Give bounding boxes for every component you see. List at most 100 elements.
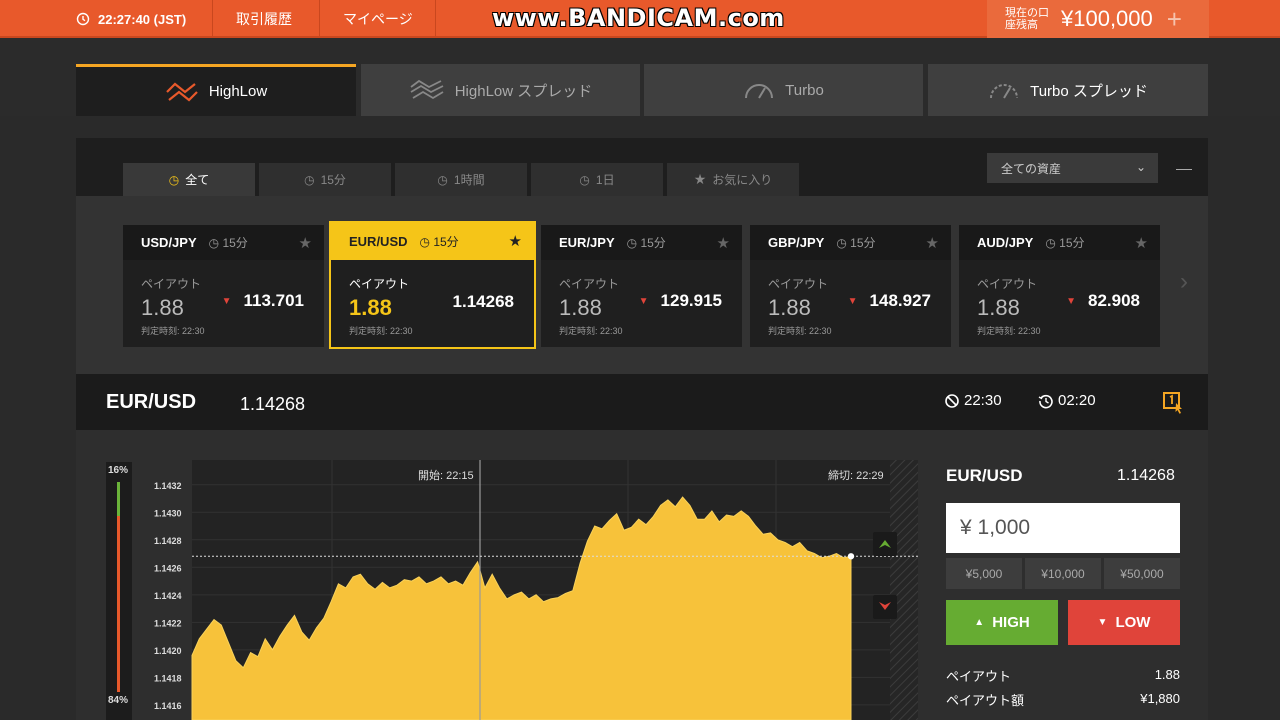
clock-icon: ◷: [437, 172, 448, 187]
sentiment-low-pct: 84%: [108, 695, 129, 706]
minimize-icon[interactable]: [1176, 169, 1192, 170]
top-bar: 22:27:40 (JST) 取引履歴 マイページ www.BANDICAM.c…: [0, 0, 1280, 38]
gauge-icon: [745, 84, 774, 99]
card-duration: 15分: [1059, 236, 1085, 250]
arrow-down-icon: ▼: [221, 295, 232, 307]
trade-price: 1.14268: [1117, 467, 1175, 484]
card-expiry: 判定時刻: 22:30: [559, 326, 623, 336]
filter-1hour-label: 1時間: [453, 173, 485, 187]
arrow-down-icon: ▼: [638, 295, 649, 307]
card-duration: 15分: [850, 236, 876, 250]
quick-amount-50000[interactable]: ¥50,000: [1104, 558, 1180, 589]
investment-amount-input[interactable]: ¥ 1,000: [946, 503, 1180, 553]
payout-value: 1.88: [1154, 667, 1180, 682]
low-marker: [873, 595, 897, 619]
clock-icon: ◷: [1045, 236, 1060, 250]
asset-select[interactable]: 全ての資産 ⌄: [987, 153, 1158, 183]
card-price: 148.927: [869, 291, 931, 310]
asset-card-eurjpy[interactable]: EUR/JPY ◷ 15分 ★ ペイアウト 1.88 ▼ 129.915 判定時刻: …: [541, 225, 742, 347]
chevron-down-icon: ⌄: [1135, 160, 1146, 174]
filter-1day-label: 1日: [595, 173, 615, 187]
card-symbol: EUR/JPY: [559, 235, 615, 250]
filter-favorites[interactable]: ★ お気に入り: [667, 163, 799, 196]
expiry-time-value: 22:30: [964, 392, 1002, 409]
plus-icon[interactable]: +: [1167, 4, 1182, 35]
star-icon[interactable]: ★: [509, 232, 522, 250]
tab-highlow[interactable]: HighLow: [76, 64, 356, 116]
asset-card-audjpy[interactable]: AUD/JPY ◷ 15分 ★ ペイアウト 1.88 ▼ 82.908 判定時刻: 2…: [959, 225, 1160, 347]
arrow-up-icon: ▲: [974, 617, 985, 628]
payout-amount-value: ¥1,880: [1140, 691, 1180, 706]
one-click-icon[interactable]: [1162, 391, 1186, 420]
expiry-time: 22:30: [944, 392, 1002, 409]
clock-icon: ◷: [304, 172, 315, 187]
tab-highlow-spread-label: HighLow スプレッド: [454, 82, 593, 100]
star-icon[interactable]: ★: [926, 234, 939, 252]
y-tick-label: 1.1424: [154, 591, 182, 601]
asset-card-gbpjpy[interactable]: GBP/JPY ◷ 15分 ★ ペイアウト 1.88 ▼ 148.927 判定時刻: …: [750, 225, 951, 347]
star-icon[interactable]: ★: [717, 234, 730, 252]
tab-turbo-spread[interactable]: Turbo スプレッド: [928, 64, 1208, 116]
clock-text: 22:27:40 (JST): [98, 11, 187, 27]
low-button[interactable]: ▼ LOW: [1068, 600, 1180, 645]
tab-highlow-spread[interactable]: HighLow スプレッド: [361, 64, 640, 116]
tab-turbo[interactable]: Turbo: [644, 64, 923, 116]
card-payout: 1.88: [768, 295, 811, 320]
remaining-time: 02:20: [1038, 392, 1096, 409]
card-payout-label: ペイアウト: [349, 277, 410, 291]
nav-trade-history[interactable]: 取引履歴: [236, 0, 292, 38]
asset-card-usdjpy[interactable]: USD/JPY ◷ 15分 ★ ペイアウト 1.88 ▼ 113.701 判定時刻: …: [123, 225, 324, 347]
card-symbol: EUR/USD: [349, 234, 408, 249]
filter-15min-label: 15分: [320, 173, 346, 187]
gauge-spread-icon: [990, 84, 1019, 99]
card-symbol: AUD/JPY: [977, 235, 1034, 250]
sentiment-bar: 16% 84%: [106, 462, 132, 720]
arrow-down-icon: ▼: [847, 295, 858, 307]
price-chart[interactable]: 1.1432 1.1430 1.1428 1.1426 1.1424 1.1422 1.14…: [132, 460, 932, 720]
sentiment-high-fill: [117, 482, 120, 516]
current-price-point: [847, 553, 855, 560]
card-duration: 15分: [433, 235, 459, 249]
card-expiry: 判定時刻: 22:30: [768, 326, 832, 336]
card-price: 1.14268: [452, 292, 514, 311]
clock: 22:27:40 (JST): [76, 0, 186, 38]
tab-highlow-label: HighLow: [208, 83, 268, 100]
account-balance: 現在の口座残高 ¥100,000 +: [987, 0, 1209, 38]
clock-icon: ◷: [208, 236, 223, 250]
asset-symbol: EUR/USD: [106, 391, 197, 413]
filter-favorites-label: お気に入り: [712, 173, 773, 187]
chart-closed-zone: [890, 460, 918, 720]
high-button-label: HIGH: [992, 614, 1030, 631]
star-icon[interactable]: ★: [299, 234, 312, 252]
star-icon[interactable]: ★: [1135, 234, 1148, 252]
filter-1hour[interactable]: ◷ 1時間: [395, 163, 527, 196]
filter-all[interactable]: ◷ 全て: [123, 163, 255, 196]
star-icon: ★: [693, 171, 707, 187]
card-symbol: GBP/JPY: [768, 235, 825, 250]
y-tick-label: 1.1432: [154, 481, 182, 491]
quick-amount-5000[interactable]: ¥5,000: [946, 558, 1022, 589]
card-price: 82.908: [1088, 291, 1140, 310]
card-price: 113.701: [243, 291, 304, 310]
balance-label: 現在の口座残高: [1005, 7, 1049, 31]
asset-card-eurusd[interactable]: EUR/USD ◷ 15分 ★ ペイアウト 1.88 1.14268 判定時刻: 2…: [329, 221, 536, 349]
clock-icon: ◷: [626, 236, 641, 250]
y-tick-label: 1.1416: [154, 701, 182, 711]
quick-amount-10000[interactable]: ¥10,000: [1025, 558, 1101, 589]
card-payout: 1.88: [559, 295, 602, 320]
card-duration: 15分: [222, 236, 248, 250]
asset-header: EUR/USD 1.14268 22:30 02:20: [76, 374, 1208, 430]
nav-my-page[interactable]: マイページ: [343, 0, 413, 38]
clock-icon: ◷: [419, 235, 434, 249]
filter-15min[interactable]: ◷ 15分: [259, 163, 391, 196]
asset-price: 1.14268: [240, 394, 306, 414]
high-marker: [873, 532, 897, 556]
card-payout: 1.88: [977, 295, 1020, 320]
card-payout-label: ペイアウト: [559, 277, 620, 291]
clock-icon: ◷: [168, 172, 180, 187]
chevron-right-icon[interactable]: ›: [1180, 268, 1188, 296]
high-button[interactable]: ▲ HIGH: [946, 600, 1058, 645]
payout-label: ペイアウト: [946, 669, 1012, 684]
card-price: 129.915: [660, 291, 722, 310]
filter-1day[interactable]: ◷ 1日: [531, 163, 663, 196]
